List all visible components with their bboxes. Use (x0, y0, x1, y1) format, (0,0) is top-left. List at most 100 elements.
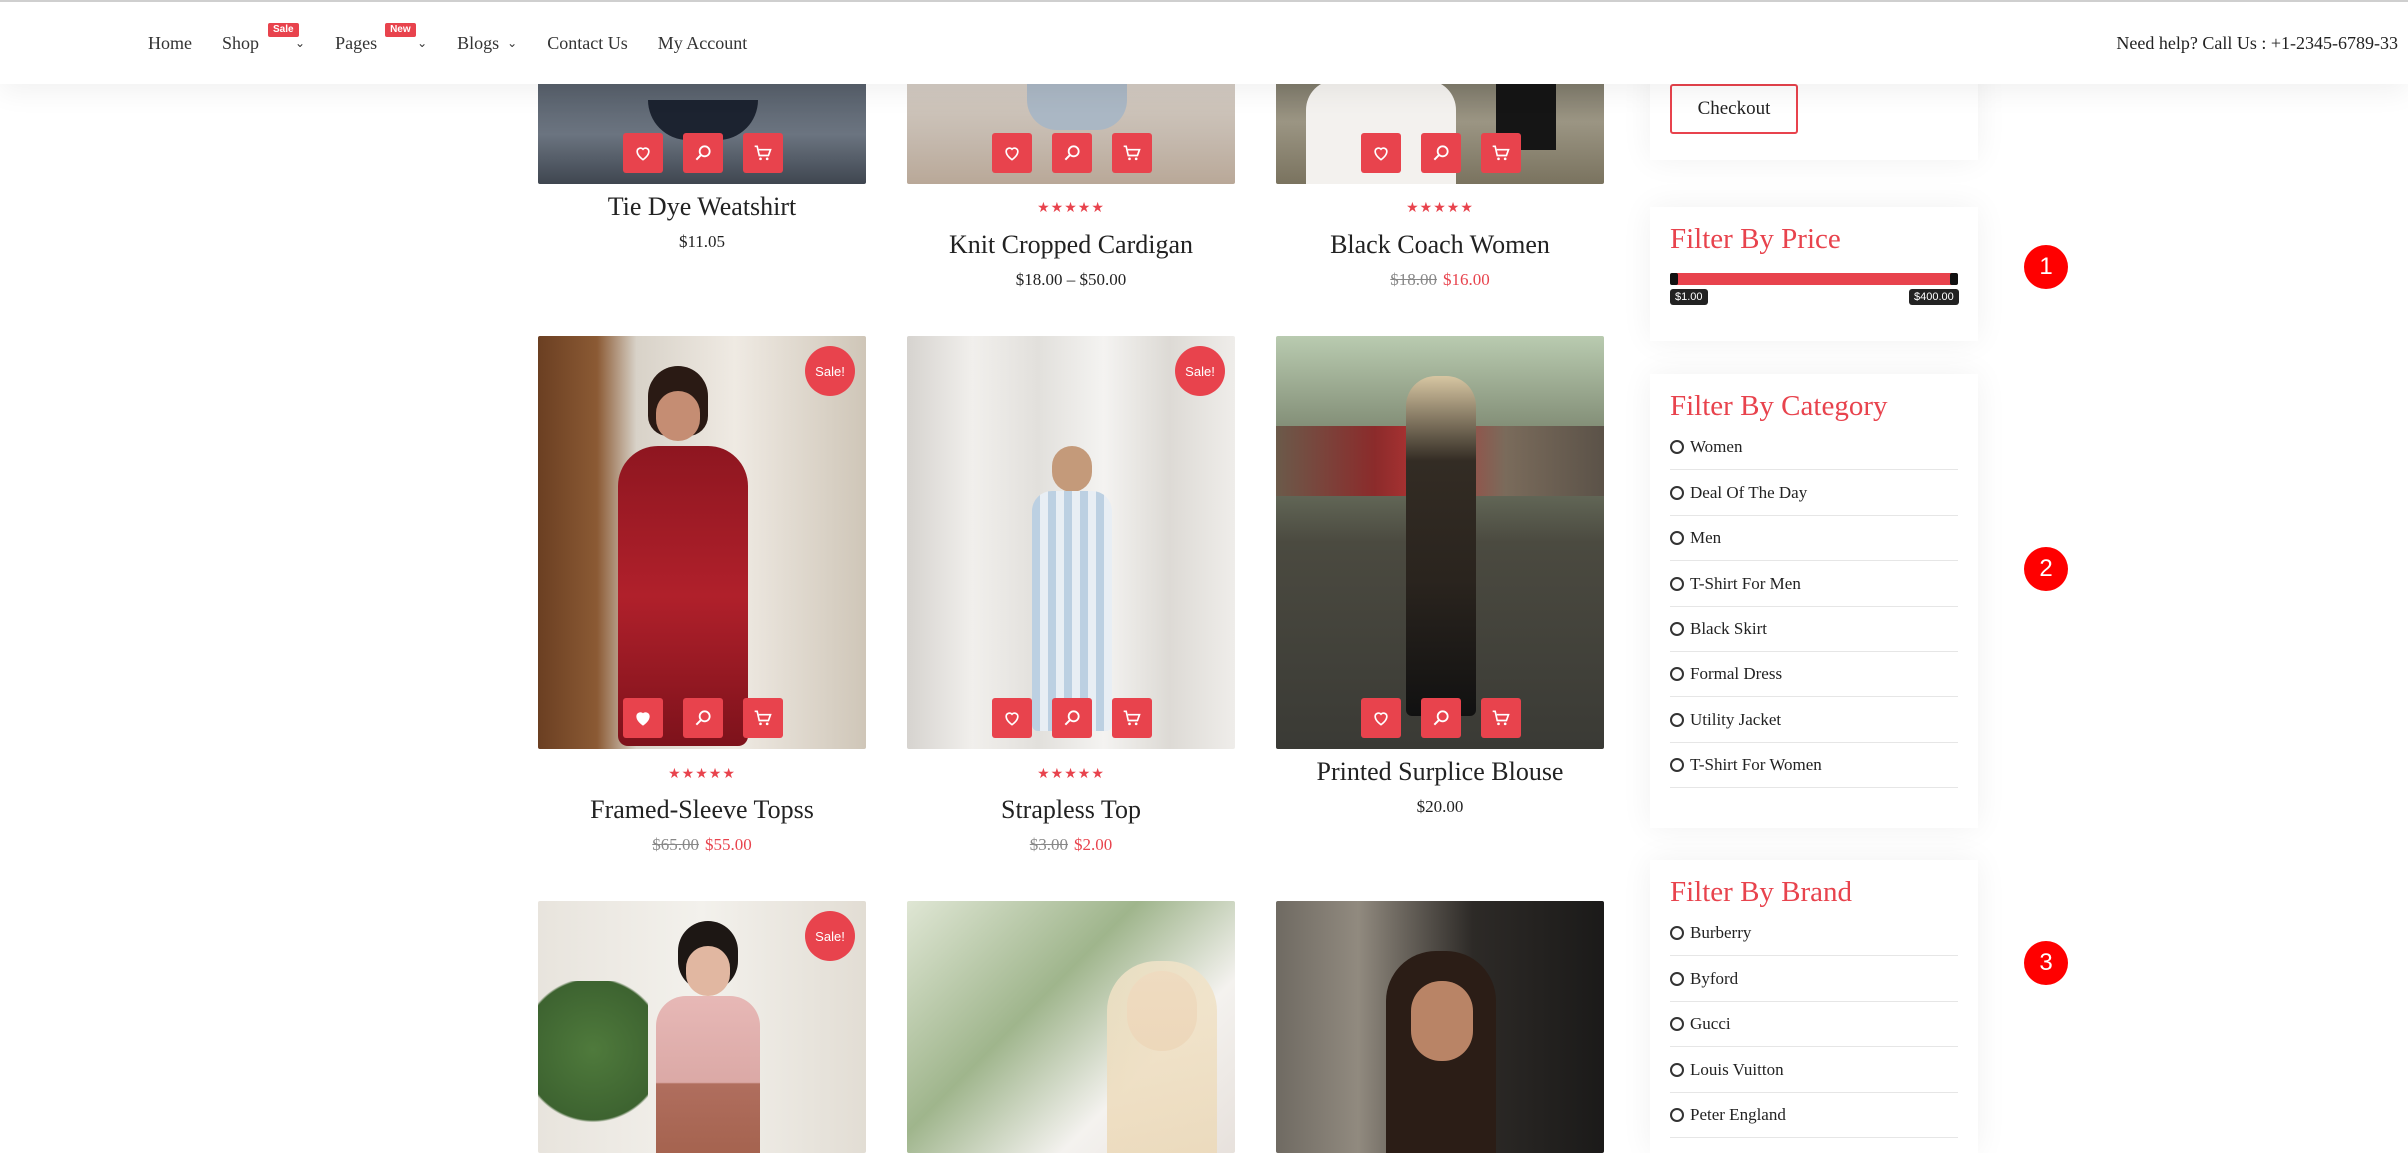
brand-option[interactable]: Byford (1670, 956, 1958, 1002)
category-option[interactable]: Black Skirt (1670, 606, 1958, 652)
brand-option[interactable]: Louis Vuitton (1670, 1047, 1958, 1093)
category-option[interactable]: T-Shirt For Women (1670, 742, 1958, 788)
product-title[interactable]: Tie Dye Weatshirt (538, 192, 866, 222)
nav-shop[interactable]: Shop Sale ⌄ (222, 22, 306, 54)
product-image[interactable] (907, 336, 1235, 749)
radio-button[interactable] (1670, 621, 1684, 636)
quick-view-button[interactable] (1052, 698, 1092, 738)
product-title[interactable]: Framed-Sleeve Topss (538, 795, 866, 825)
product-title[interactable]: Strapless Top (907, 795, 1235, 825)
old-price: $18.00 (1390, 270, 1437, 289)
search-icon (1433, 145, 1449, 161)
cart-icon (1492, 145, 1510, 161)
product-actions (992, 698, 1152, 738)
category-option-label: Women (1690, 436, 1743, 456)
category-option[interactable]: Men (1670, 515, 1958, 561)
category-filter-title: Filter By Category (1670, 390, 1888, 422)
wishlist-button[interactable] (1361, 698, 1401, 738)
rating-stars: ★★★★★ (668, 766, 736, 782)
brand-option[interactable]: Peter England (1670, 1092, 1958, 1138)
old-price: $3.00 (1029, 835, 1068, 854)
radio-button[interactable] (1670, 757, 1684, 772)
quick-view-button[interactable] (683, 133, 723, 173)
chevron-down-icon: ⌄ (417, 36, 428, 50)
radio-button[interactable] (1670, 712, 1684, 727)
nav-blogs[interactable]: Blogs ⌄ (457, 33, 517, 54)
sale-badge: Sale! (805, 911, 855, 961)
brand-option-label: Peter England (1690, 1104, 1786, 1124)
radio-button[interactable] (1670, 925, 1684, 940)
cart-icon (1492, 710, 1510, 726)
nav-contact[interactable]: Contact Us (547, 33, 628, 54)
help-phone-text: Need help? Call Us : +1-2345-6789-33 (2116, 32, 2398, 53)
brand-option[interactable]: Burberry (1670, 910, 1958, 956)
quick-view-button[interactable] (1421, 698, 1461, 738)
brand-option-label: Louis Vuitton (1690, 1059, 1784, 1079)
search-icon (1064, 145, 1080, 161)
product-image[interactable] (907, 901, 1235, 1153)
sale-price: $55.00 (705, 835, 752, 854)
product-price: $3.00 $2.00 (907, 835, 1235, 855)
nav-contact-label: Contact Us (547, 32, 628, 53)
category-option[interactable]: Women (1670, 424, 1958, 470)
add-to-cart-button[interactable] (1481, 698, 1521, 738)
price-slider-max-handle[interactable] (1950, 273, 1958, 285)
quick-view-button[interactable] (1052, 133, 1092, 173)
radio-button[interactable] (1670, 1016, 1684, 1031)
price-max-label: $400.00 (1909, 289, 1959, 305)
annotation-marker-2: 2 (2024, 547, 2068, 591)
quick-view-button[interactable] (1421, 133, 1461, 173)
radio-button[interactable] (1670, 439, 1684, 454)
price-slider-track[interactable] (1670, 273, 1958, 285)
annotation-marker-3: 3 (2024, 941, 2068, 985)
category-option-label: Utility Jacket (1690, 709, 1782, 729)
wishlist-button[interactable] (992, 698, 1032, 738)
chevron-down-icon: ⌄ (295, 36, 306, 50)
category-option-label: Black Skirt (1690, 618, 1767, 638)
nav-pages[interactable]: Pages New ⌄ (335, 22, 428, 54)
nav-home[interactable]: Home (148, 33, 192, 54)
price-filter-panel: Filter By Price $1.00 $400.00 (1650, 207, 1978, 341)
quick-view-button[interactable] (683, 698, 723, 738)
add-to-cart-button[interactable] (1481, 133, 1521, 173)
radio-button[interactable] (1670, 530, 1684, 545)
category-option-label: Men (1690, 527, 1722, 547)
category-option[interactable]: Formal Dress (1670, 651, 1958, 697)
product-title[interactable]: Knit Cropped Cardigan (907, 230, 1235, 260)
radio-button[interactable] (1670, 666, 1684, 681)
rating-stars: ★★★★★ (1037, 766, 1105, 782)
product-title[interactable]: Black Coach Women (1276, 230, 1604, 260)
brand-option[interactable]: Gucci (1670, 1001, 1958, 1047)
radio-button[interactable] (1670, 971, 1684, 986)
add-to-cart-button[interactable] (1112, 133, 1152, 173)
category-option[interactable]: T-Shirt For Men (1670, 561, 1958, 607)
cart-icon (1123, 710, 1141, 726)
category-option[interactable]: Deal Of The Day (1670, 470, 1958, 516)
wishlist-button[interactable] (623, 133, 663, 173)
nav-my-account[interactable]: My Account (658, 33, 748, 54)
radio-button[interactable] (1670, 1062, 1684, 1077)
radio-button[interactable] (1670, 576, 1684, 591)
add-to-cart-button[interactable] (743, 698, 783, 738)
price-slider-min-handle[interactable] (1670, 273, 1678, 285)
product-price: $18.00 $16.00 (1276, 270, 1604, 290)
price-filter-title: Filter By Price (1670, 223, 1841, 255)
product-title[interactable]: Printed Surplice Blouse (1276, 757, 1604, 787)
product-image[interactable] (1276, 336, 1604, 749)
wishlist-button[interactable] (992, 133, 1032, 173)
category-option[interactable]: Utility Jacket (1670, 697, 1958, 743)
search-icon (695, 710, 711, 726)
radio-button[interactable] (1670, 485, 1684, 500)
product-image[interactable] (538, 336, 866, 749)
add-to-cart-button[interactable] (1112, 698, 1152, 738)
radio-button[interactable] (1670, 1107, 1684, 1122)
wishlist-button[interactable] (623, 698, 663, 738)
product-image[interactable] (1276, 901, 1604, 1153)
category-filter-panel: Filter By Category Women Deal Of The Day… (1650, 374, 1978, 828)
heart-icon (1005, 712, 1019, 726)
add-to-cart-button[interactable] (743, 133, 783, 173)
checkout-button[interactable]: Checkout (1670, 84, 1798, 134)
search-icon (1433, 710, 1449, 726)
brand-option-label: Byford (1690, 968, 1739, 988)
wishlist-button[interactable] (1361, 133, 1401, 173)
